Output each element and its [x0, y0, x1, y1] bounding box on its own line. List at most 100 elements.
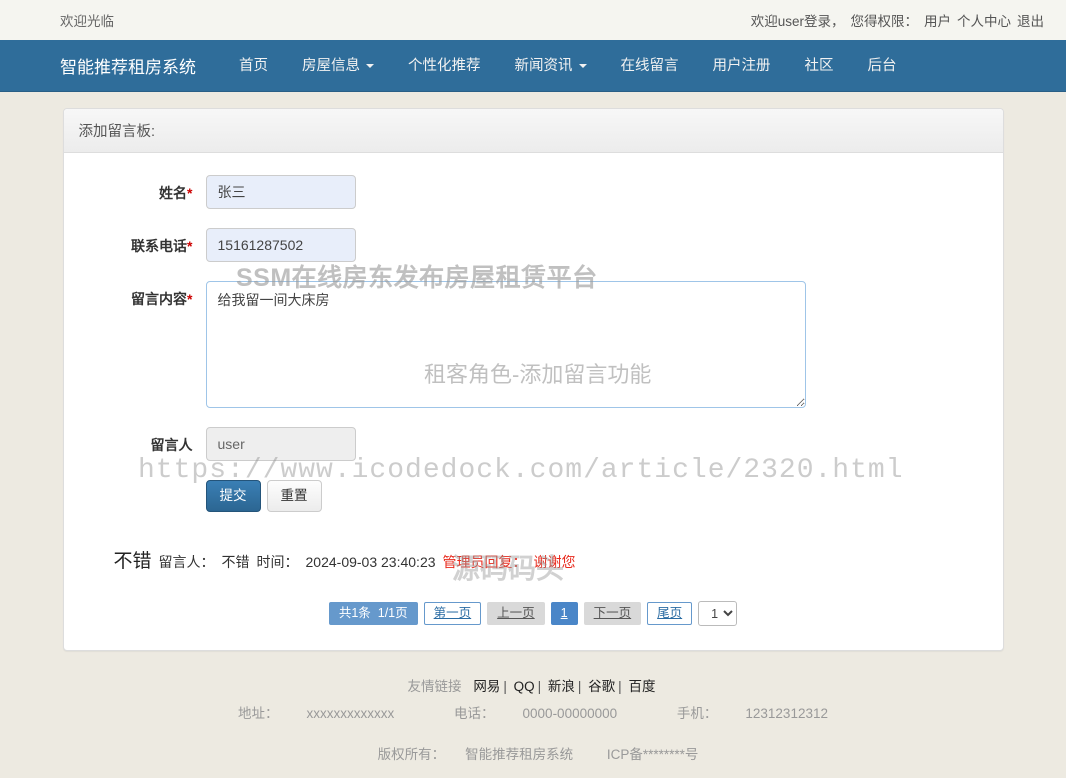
footer-address: 地址： xxxxxxxxxxxxx [224, 706, 408, 721]
footer-link-qq[interactable]: QQ [514, 679, 535, 694]
name-label-text: 姓名 [159, 185, 188, 201]
link-separator: | [537, 679, 542, 695]
nav-item-label: 房屋信息 [302, 57, 360, 74]
copyright-value: 智能推荐租房系统 [465, 747, 574, 763]
name-label: 姓名* [79, 175, 206, 203]
submit-button[interactable]: 提交 [205, 480, 261, 513]
footer-contacts: 地址： xxxxxxxxxxxxx 电话： 0000-00000000 手机： 123… [0, 700, 1066, 727]
form-row-phone: 联系电话* [79, 228, 988, 262]
author-input[interactable] [205, 427, 356, 461]
form-row-author: 留言人 [79, 427, 988, 461]
footer-icp: ICP备********号 [606, 747, 699, 763]
footer-copyright: 版权所有： 智能推荐租房系统 ICP备********号 [0, 741, 1066, 768]
footer-link-netease[interactable]: 网易 [473, 679, 500, 694]
page-footer: 友情链接 网易 | QQ | 新浪 | 谷歌 | 百度 地址： xxxxxxxxxxxxx… [0, 651, 1066, 778]
author-label: 留言人 [150, 437, 193, 453]
link-separator: | [503, 679, 507, 695]
message-time: 2024-09-03 23:40:23 [305, 554, 436, 571]
pagination-prev-page[interactable]: 上一页 [487, 602, 545, 626]
footer-address-value: xxxxxxxxxxxxx [306, 706, 395, 722]
top-welcome-bar: 欢迎光临 欢迎user登录， 您得权限： 用户 个人中心 退出 [0, 0, 1066, 40]
login-greeting: 欢迎user登录， [750, 14, 845, 29]
pagination-first-page[interactable]: 第一页 [423, 602, 482, 626]
phone-label-text: 联系电话 [131, 238, 188, 254]
nav-item-admin[interactable]: 后台 [851, 40, 914, 92]
nav-item-label: 用户注册 [712, 57, 771, 74]
footer-link-sina[interactable]: 新浪 [548, 679, 575, 694]
message-item: 不错 留言人： 不错 时间： 2024-09-03 23:40:23 管理员回复… [114, 546, 988, 573]
link-separator: | [618, 679, 622, 695]
nav-item-label: 社区 [804, 57, 834, 74]
message-author-label: 留言人： [158, 554, 215, 571]
link-separator: | [577, 679, 582, 695]
pagination-page-select[interactable]: 1 [698, 601, 738, 627]
nav-item-register[interactable]: 用户注册 [696, 40, 788, 92]
profile-link[interactable]: 个人中心 [957, 10, 1011, 30]
message-reply-text: 谢谢您 [533, 554, 576, 571]
nav-item-recommendation[interactable]: 个性化推荐 [391, 40, 498, 92]
nav-item-news[interactable]: 新闻资讯 [498, 40, 604, 92]
message-reply-label: 管理员回复： [442, 554, 527, 571]
role-label: 您得权限： [850, 14, 919, 29]
content-label: 留言内容* [79, 281, 206, 309]
footer-link-google[interactable]: 谷歌 [588, 679, 615, 694]
content-textarea[interactable]: 给我留一间大床房 [205, 281, 806, 408]
name-input[interactable] [205, 175, 356, 209]
pagination-page-1[interactable]: 1 [550, 602, 578, 626]
pagination: 共1条 1/1页 第一页 上一页 1 下一页 尾页 1 [79, 601, 988, 627]
copyright-label: 版权所有： [377, 747, 446, 763]
pagination-total: 共1条 [338, 606, 371, 621]
role-value: 用户 [924, 14, 951, 29]
friend-links-label: 友情链接 [407, 679, 462, 695]
footer-friend-links: 友情链接 网易 | QQ | 新浪 | 谷歌 | 百度 [0, 673, 1066, 700]
nav-item-house-info[interactable]: 房屋信息 [285, 40, 391, 92]
nav-item-label: 在线留言 [620, 57, 679, 74]
welcome-text: 欢迎光临 [60, 14, 114, 29]
nav-item-label: 个性化推荐 [408, 57, 481, 74]
panel-body: 姓名* 联系电话* 留言内容* 给我留一间大床房 留言人 [64, 153, 1003, 650]
footer-tel: 电话： 0000-00000000 [440, 706, 631, 721]
footer-address-label: 地址： [238, 706, 279, 722]
page-content: 添加留言板: 姓名* 联系电话* 留言内容* 给我 [0, 92, 1066, 652]
message-author: 不错 [221, 554, 250, 571]
chevron-down-icon [578, 63, 587, 68]
nav-brand[interactable]: 智能推荐租房系统 [60, 53, 196, 78]
footer-mobile-label: 手机： [676, 706, 718, 722]
form-row-actions: 提交 重置 [79, 480, 988, 513]
pagination-last-page[interactable]: 尾页 [647, 602, 693, 626]
message-time-label: 时间： [256, 554, 299, 571]
nav-item-label: 首页 [239, 57, 268, 74]
pagination-page-index: 1/1页 [377, 606, 408, 621]
chevron-down-icon [366, 63, 374, 68]
required-marker: * [187, 291, 193, 307]
footer-tel-value: 0000-00000000 [522, 706, 618, 722]
actions-spacer [79, 480, 206, 488]
required-marker: * [187, 185, 193, 201]
footer-mobile: 手机： 12312312312 [663, 706, 842, 721]
phone-input[interactable] [205, 228, 356, 262]
footer-tel-label: 电话： [454, 706, 495, 722]
required-marker: * [187, 238, 193, 254]
panel-title: 添加留言板: [63, 109, 1003, 153]
reset-button[interactable]: 重置 [266, 480, 322, 513]
copyright-text: 版权所有： 智能推荐租房系统 [368, 747, 584, 762]
logout-link[interactable]: 退出 [1017, 10, 1044, 30]
footer-link-baidu[interactable]: 百度 [628, 679, 655, 694]
message-board-panel: 添加留言板: 姓名* 联系电话* 留言内容* 给我 [62, 108, 1004, 652]
message-title: 不错 [113, 551, 152, 573]
nav-item-home[interactable]: 首页 [222, 40, 285, 92]
message-list: 不错 留言人： 不错 时间： 2024-09-03 23:40:23 管理员回复… [79, 546, 988, 573]
nav-item-community[interactable]: 社区 [788, 40, 851, 92]
nav-item-message-board[interactable]: 在线留言 [604, 40, 696, 92]
footer-mobile-value: 12312312312 [745, 706, 828, 722]
pagination-next-page[interactable]: 下一页 [583, 602, 642, 626]
main-navbar: 智能推荐租房系统 首页 房屋信息 个性化推荐 新闻资讯 在线留言 用户注册 社区… [0, 40, 1066, 92]
content-label-text: 留言内容 [131, 291, 188, 307]
user-session-info: 欢迎user登录， 您得权限： 用户 个人中心 退出 [751, 10, 1044, 30]
form-row-name: 姓名* [79, 175, 988, 209]
form-actions: 提交 重置 [205, 480, 322, 513]
nav-items: 首页 房屋信息 个性化推荐 新闻资讯 在线留言 用户注册 社区 后台 [222, 40, 914, 92]
nav-item-label: 新闻资讯 [514, 57, 573, 74]
form-row-content: 留言内容* 给我留一间大床房 [79, 281, 988, 408]
pagination-summary: 共1条 1/1页 [328, 602, 418, 626]
